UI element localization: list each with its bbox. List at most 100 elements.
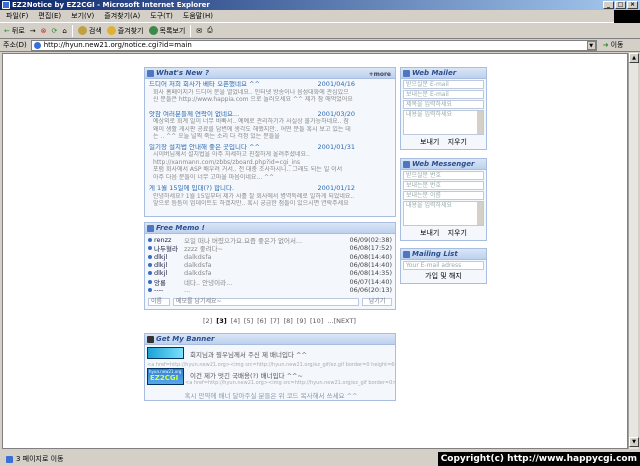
window-title: EZ2Notice by EZ2CGI - Microsoft Internet… (12, 1, 210, 9)
page-link[interactable]: [2] (203, 317, 212, 325)
scroll-up-icon[interactable]: ▲ (629, 53, 639, 63)
mailer-clear-button[interactable]: 지우기 (448, 137, 467, 147)
mail-button[interactable]: ✉ (196, 27, 202, 35)
menu-edit[interactable]: 편집(E) (38, 11, 61, 21)
vertical-scrollbar[interactable]: ▲ ▼ (628, 53, 639, 449)
free-memo-panel: Free Memo ! renzz 오일 떠나 버렸으가요.요즘 좋은가 없어서.… (144, 222, 396, 310)
mailing-list-header: Mailing List (401, 249, 486, 260)
minimize-button[interactable]: _ (603, 1, 614, 9)
whatsnew-panel: What's New ? +more 드디어 저희 회사가 베타 오픈했네요 ^… (144, 67, 396, 217)
banner-header: Get My Banner (145, 334, 395, 345)
scroll-down-icon[interactable]: ▼ (629, 437, 639, 447)
ie-icon (2, 1, 10, 9)
menu-tools[interactable]: 도구(T) (150, 11, 173, 21)
favorites-icon (106, 26, 116, 35)
page-link[interactable]: [6] (257, 317, 266, 325)
news-icon (147, 70, 154, 77)
page-link[interactable]: [7] (270, 317, 279, 325)
textarea-scrollbar[interactable] (477, 111, 483, 134)
page-link[interactable]: [5] (244, 317, 253, 325)
toolbar: ← 뒤로 → ⊗ ⟳ ⌂ 검색 즐겨찾기 목록보기 ✉ ⎙ (0, 23, 640, 39)
banner-image-large (147, 347, 184, 359)
messenger-message-textarea[interactable]: 내용을 입력하세요 (403, 201, 484, 226)
menu-file[interactable]: 파일(F) (6, 11, 28, 21)
search-button[interactable]: 검색 (77, 26, 102, 36)
back-button[interactable]: ← 뒤로 (4, 26, 25, 36)
page-link-current[interactable]: [3] (216, 317, 226, 325)
messenger-icon (403, 161, 410, 168)
memo-name-input[interactable]: 이름 (148, 298, 170, 306)
news-item[interactable]: 게 1월 15일에 입대(?) 합니다. 2001/01/12 안녕하세요? 1… (145, 184, 395, 208)
bullet-icon (148, 254, 152, 259)
messenger-clear-button[interactable]: 지우기 (448, 228, 467, 238)
page-next-link[interactable]: ...[NEXT] (327, 317, 356, 325)
memo-row: 앙룡 네다.. 안녕이라... 06/07(14:40) (145, 277, 395, 287)
toolbar-separator (71, 24, 73, 37)
back-arrow-icon: ← (4, 26, 10, 35)
address-label: 주소(D) (3, 41, 27, 49)
web-mailer-panel: Web Mailer 받으실분 E-mail 보내는분 E-mail 제목을 입… (400, 67, 487, 150)
bullet-icon (148, 271, 152, 276)
page-link[interactable]: [9] (297, 317, 306, 325)
maximize-button[interactable]: □ (615, 1, 626, 9)
messenger-name-input[interactable]: 보내는분 이름 (403, 191, 484, 200)
memo-message-input[interactable]: 메모를 남기세요~ (173, 298, 359, 306)
mailing-email-input[interactable]: Your E-mail adress (403, 261, 484, 270)
memo-row: dlkjl dalkdsfa 06/08(14:40) (145, 261, 395, 269)
address-dropdown[interactable]: ▼ (586, 40, 596, 50)
memo-row: dlkjl dalkdsfa 06/08(14:40) (145, 253, 395, 261)
go-button[interactable]: ➜ 이동 (603, 40, 624, 50)
page-icon (33, 41, 41, 49)
textarea-scrollbar[interactable] (477, 202, 483, 225)
scissors-icon (147, 336, 154, 343)
news-item[interactable]: 일기장 설치법 안내해 좋은 곳입니다 ^^ 2001/01/31 시이버님께서… (145, 143, 395, 182)
page-link[interactable]: [10] (310, 317, 323, 325)
memo-submit-button[interactable]: 남기기 (362, 298, 392, 306)
messenger-send-button[interactable]: 보내기 (420, 228, 439, 238)
page-link[interactable]: [8] (284, 317, 293, 325)
stop-button[interactable]: ⊗ (41, 27, 47, 35)
mailer-subject-input[interactable]: 제목을 입력하세요 (403, 100, 484, 109)
windows-logo-icon (614, 10, 640, 23)
history-icon (148, 26, 158, 35)
bullet-icon (148, 238, 152, 243)
banner-image-small: hyun.new21.org EZ2CGI (147, 368, 184, 385)
web-mailer-header: Web Mailer (401, 68, 486, 79)
mailing-list-panel: Mailing List Your E-mail adress 가입 및 해지 (400, 248, 487, 284)
mailer-message-textarea[interactable]: 내용을 입력하세요 (403, 110, 484, 135)
whatsnew-header: What's New ? +more (145, 68, 395, 79)
page-link[interactable]: [4] (231, 317, 240, 325)
history-button[interactable]: 목록보기 (148, 26, 185, 36)
mailer-to-input[interactable]: 받으실분 E-mail (403, 80, 484, 89)
favorites-button[interactable]: 즐겨찾기 (106, 26, 144, 36)
mailer-send-button[interactable]: 보내기 (420, 137, 439, 147)
mail-icon (403, 70, 410, 77)
close-button[interactable]: × (627, 1, 638, 9)
news-item[interactable]: 드디어 저희 회사가 베타 오픈했네요 ^^ 2001/04/16 회사 홈페이… (145, 80, 395, 104)
go-arrow-icon: ➜ (602, 41, 609, 49)
menu-help[interactable]: 도움말(H) (183, 11, 213, 21)
messenger-to-input[interactable]: 받으실분 번호 (403, 171, 484, 180)
mailing-join-button[interactable]: 가입 및 해지 (425, 271, 462, 281)
page-icon (6, 455, 13, 463)
forward-button[interactable]: → (30, 27, 36, 35)
bullet-icon (148, 279, 152, 284)
search-icon (77, 26, 87, 35)
address-input[interactable]: http://hyun.new21.org/notice.cgi?id=main… (30, 39, 597, 51)
address-url: http://hyun.new21.org/notice.cgi?id=main (43, 41, 192, 49)
pager: [2] [3] [4] [5] [6] [7] [8] [9] [10] ...[NEXT] (201, 317, 401, 326)
whatsnew-more-link[interactable]: +more (369, 69, 391, 80)
messenger-from-input[interactable]: 보내는분 번호 (403, 181, 484, 190)
bullet-icon (148, 263, 152, 268)
page-viewport: What's New ? +more 드디어 저희 회사가 베타 오픈했네요 ^… (2, 53, 628, 449)
mailer-from-input[interactable]: 보내는분 E-mail (403, 90, 484, 99)
menu-view[interactable]: 보기(V) (71, 11, 94, 21)
menu-favorites[interactable]: 즐겨찾기(A) (104, 11, 140, 21)
bullet-icon (148, 287, 152, 292)
list-icon (403, 251, 410, 258)
print-button[interactable]: ⎙ (207, 26, 213, 35)
home-button[interactable]: ⌂ (62, 27, 66, 35)
status-text: 3 페이지로 이동 (16, 455, 64, 463)
refresh-button[interactable]: ⟳ (52, 27, 58, 35)
news-item[interactable]: 앗참 여러분들께 연락이 없네요... 2001/03/20 예상외로 회계 일… (145, 110, 395, 141)
